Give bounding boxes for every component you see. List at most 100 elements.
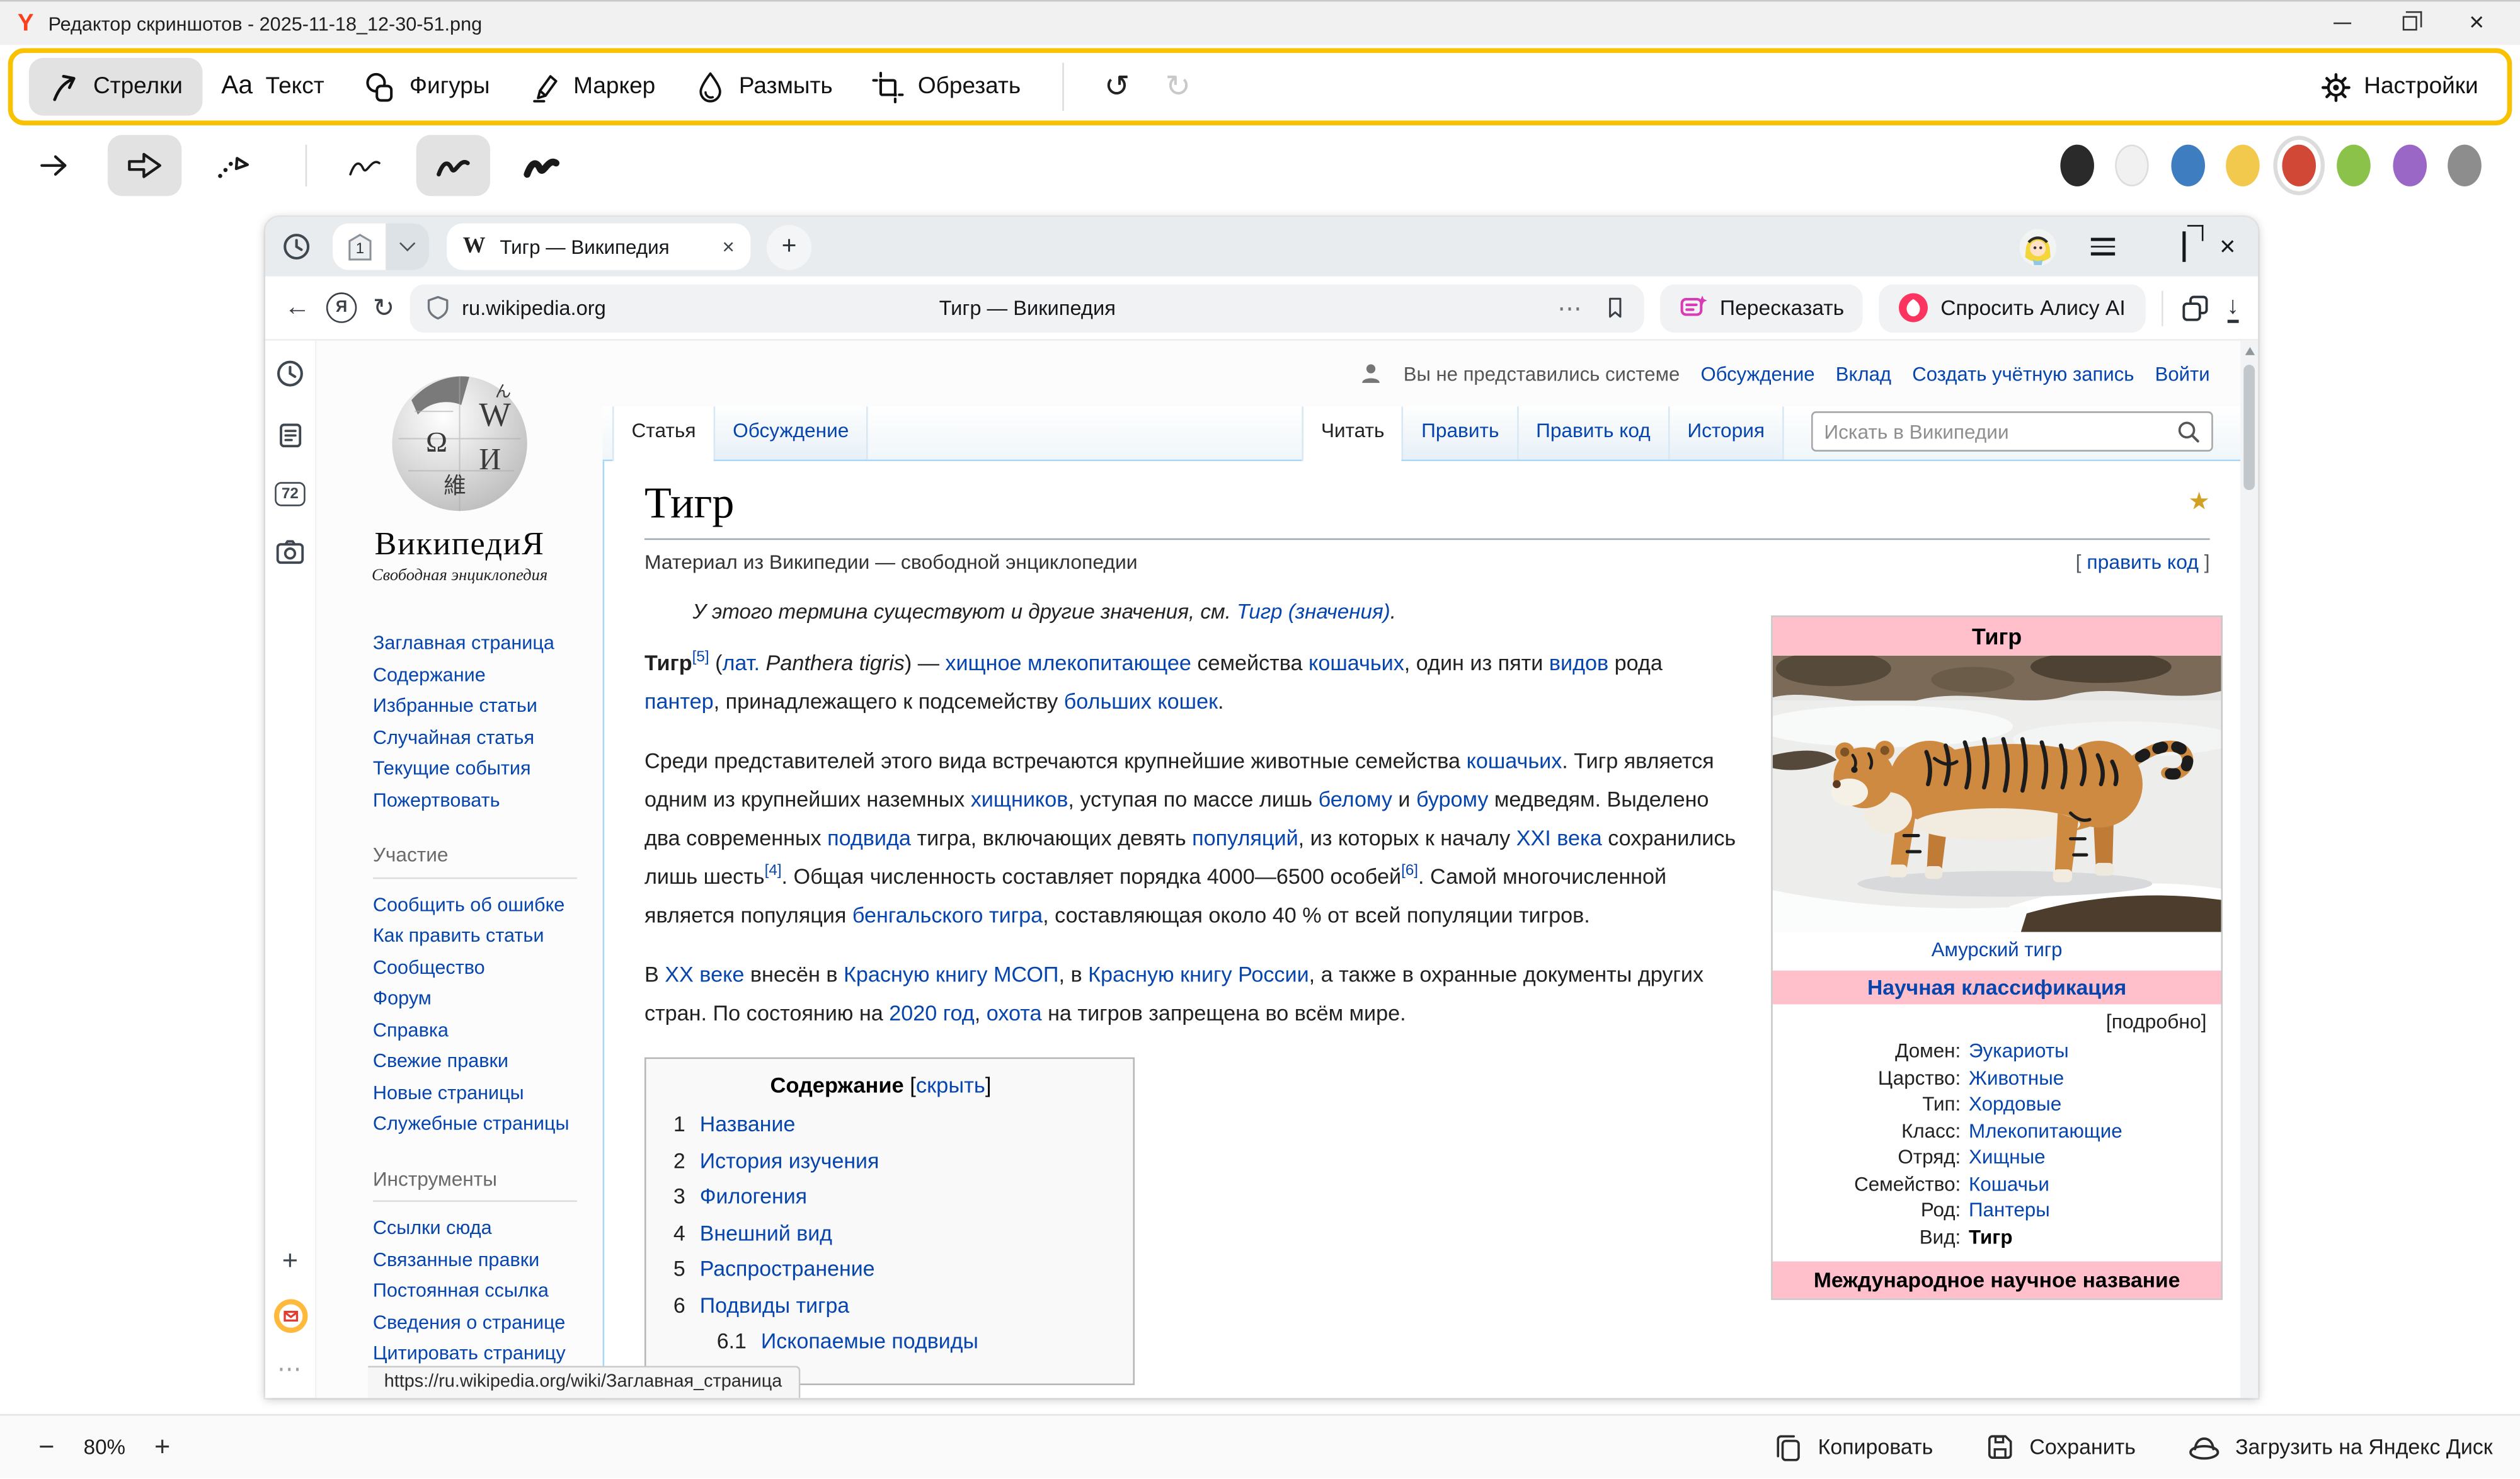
sidebar-notes-button[interactable] [275,421,304,450]
color-swatch[interactable] [2448,144,2482,185]
toc-link[interactable]: История изучения [700,1143,879,1179]
sidebar-counter-badge[interactable]: 72 [275,482,305,506]
zoom-out-button[interactable]: − [27,1428,66,1466]
personal-link-create-account[interactable]: Создать учётную запись [1912,362,2134,385]
stroke-thin-button[interactable] [328,134,401,195]
tab-list-dropdown[interactable] [386,224,429,270]
upload-yandex-disk-button[interactable]: Загрузить на Яндекс Диск [2187,1431,2493,1463]
save-button[interactable]: Сохранить [1984,1432,2136,1462]
url-more-actions-button[interactable]: ⋯ [1557,294,1583,323]
nav-link[interactable]: Ссылки сюда [373,1213,603,1245]
nav-link[interactable]: Избранные статьи [373,691,603,722]
toc-hide-link[interactable]: [скрыть] [910,1073,991,1097]
tab-talk[interactable]: Обсуждение [714,406,868,459]
nav-link[interactable]: Как править статьи [373,921,603,952]
taxonomy-value[interactable]: Млекопитающие [1969,1117,2122,1144]
window-minimize-button[interactable] [2308,3,2375,44]
extensions-icon[interactable] [2179,292,2211,324]
active-browser-tab[interactable]: W Тигр — Википедия × [447,224,750,270]
personal-link-talk[interactable]: Обсуждение [1700,362,1814,385]
nav-link[interactable]: Содержание [373,660,603,691]
taxonomy-value[interactable]: Пантеры [1969,1197,2050,1224]
nav-link[interactable]: Новые страницы [373,1077,603,1109]
wikipedia-wordmark[interactable]: ВикипедиЯ [317,527,603,564]
zoom-in-button[interactable]: + [143,1428,181,1466]
text-tool-button[interactable]: Aa Текст [202,58,344,116]
color-swatch[interactable] [2281,144,2315,185]
copy-button[interactable]: Копировать [1773,1431,1933,1463]
nav-link[interactable]: Справка [373,1015,603,1046]
nav-link[interactable]: Заглавная страница [373,628,603,660]
edit-source-link[interactable]: [ править код ] [2076,551,2210,574]
sidebar-more-button[interactable]: ⋯ [277,1355,303,1384]
browser-menu-button[interactable] [2091,238,2115,256]
browser-restore-button[interactable] [2182,232,2185,261]
nav-link[interactable]: Сообщество [373,952,603,983]
nav-link[interactable]: Служебные страницы [373,1109,603,1140]
url-field[interactable]: ru.wikipedia.org Тигр — Википедия ⋯ [411,283,1644,332]
nav-link[interactable]: Цитировать страницу [373,1339,603,1370]
wiki-search-input[interactable] [1824,420,2176,443]
nav-link[interactable]: Свежие правки [373,1046,603,1078]
new-tab-button[interactable]: + [767,224,811,269]
back-button[interactable]: ← [285,294,311,323]
window-restore-button[interactable] [2375,3,2443,44]
editor-canvas[interactable]: 1 W Тигр — Википедия × + × [0,199,2520,1414]
nav-link[interactable]: Связанные правки [373,1245,603,1276]
taxobox-classification-header[interactable]: Научная классификация [1773,971,2221,1005]
shapes-tool-button[interactable]: Фигуры [343,58,509,116]
retell-button[interactable]: Пересказать [1661,283,1864,332]
color-swatch[interactable] [2115,144,2149,185]
sidebar-history-button[interactable] [275,358,305,389]
taxonomy-value[interactable]: Хордовые [1969,1091,2061,1117]
tab-close-icon[interactable]: × [722,234,734,258]
nav-link[interactable]: Сообщить об ошибке [373,889,603,921]
tiger-photo[interactable] [1773,656,2221,932]
wikipedia-globe-logo[interactable]: W Ω И 維 ん [317,362,603,516]
color-swatch[interactable] [2392,144,2426,185]
scrollbar-thumb[interactable] [2243,365,2255,490]
bookmark-icon[interactable] [1603,294,1629,321]
nav-link[interactable]: Пожертвовать [373,785,603,816]
color-swatch[interactable] [2337,144,2371,185]
redo-button[interactable]: ↻ [1166,68,1191,105]
ask-alice-button[interactable]: Спросить Алису AI [1879,283,2145,332]
featured-star-icon[interactable]: ★ [2188,487,2209,516]
arrows-tool-button[interactable]: Стрелки [29,58,202,116]
arrow-style-dotted-button[interactable] [196,134,270,195]
tab-history[interactable]: История [1668,406,1784,459]
tab-edit[interactable]: Править [1402,406,1517,459]
undo-button[interactable]: ↺ [1104,68,1130,105]
color-swatch[interactable] [2170,144,2204,185]
window-close-button[interactable]: × [2443,3,2511,44]
toc-link[interactable]: Филогения [700,1179,807,1215]
yandex-mail-icon[interactable] [272,1298,307,1333]
stroke-thick-button[interactable] [505,134,578,195]
toc-link[interactable]: Название [700,1107,796,1143]
tab-article[interactable]: Статья [612,406,714,461]
color-swatch[interactable] [2059,144,2093,185]
taxonomy-value[interactable]: Кошачьи [1969,1170,2049,1197]
toc-link[interactable]: Внешний вид [700,1216,832,1252]
alice-avatar[interactable] [2019,227,2057,266]
taxobox-image-caption[interactable]: Амурский тигр [1773,932,2221,971]
browser-close-button[interactable]: × [2219,233,2235,260]
tab-read[interactable]: Читать [1302,406,1402,461]
sidebar-add-button[interactable]: + [282,1245,298,1277]
arrow-style-plain-button[interactable] [20,134,93,195]
page-scrollbar[interactable] [2240,341,2258,1398]
nav-link[interactable]: Форум [373,983,603,1015]
marker-tool-button[interactable]: Маркер [509,58,675,116]
history-icon[interactable] [281,231,311,261]
taxobox-details-link[interactable]: [подробно] [1773,1004,2221,1038]
personal-link-login[interactable]: Войти [2155,362,2210,385]
scroll-up-icon[interactable] [2244,347,2254,355]
sidebar-screenshot-button[interactable] [275,539,305,566]
nav-link[interactable]: Текущие события [373,753,603,785]
nav-link[interactable]: Случайная статья [373,722,603,754]
taxonomy-value[interactable]: Тигр [1969,1224,2013,1250]
blur-tool-button[interactable]: Размыть [675,58,852,116]
downloads-button[interactable]: ↓ [2226,292,2238,323]
arrow-style-outline-button[interactable] [108,134,181,195]
yandex-home-button[interactable]: Я [326,292,357,323]
